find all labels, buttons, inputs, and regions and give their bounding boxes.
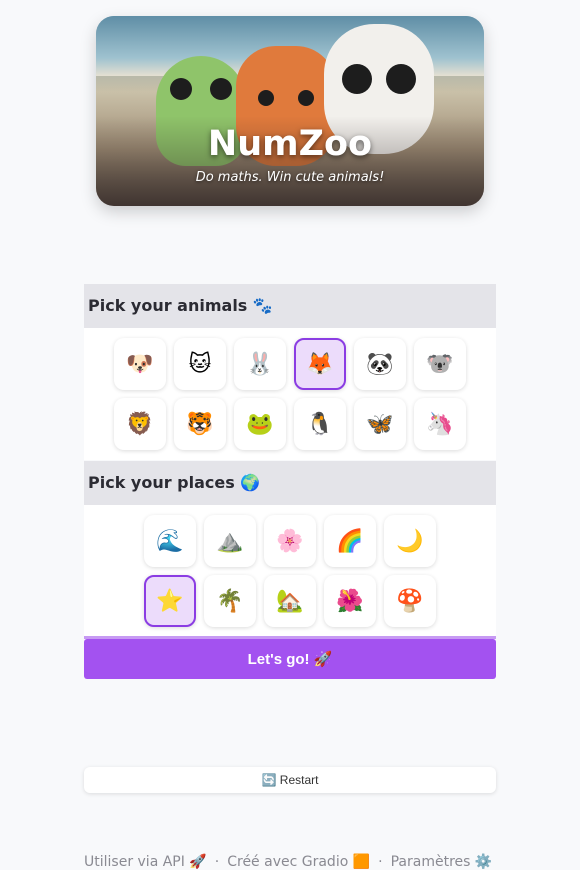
animal-tile[interactable]: 🐼 <box>354 338 406 390</box>
animals-heading: Pick your animals 🐾 <box>84 284 496 328</box>
place-tile[interactable]: 🌈 <box>324 515 376 567</box>
settings-link[interactable]: Paramètres ⚙️ <box>391 854 493 870</box>
gradio-link[interactable]: Créé avec Gradio 🟧 <box>227 854 370 870</box>
animal-tile[interactable]: 🐧 <box>294 398 346 450</box>
animal-tile[interactable]: 🐯 <box>174 398 226 450</box>
footer: Utiliser via API 🚀 · Créé avec Gradio 🟧 · Pa… <box>84 854 504 870</box>
place-tile[interactable]: 🌊 <box>144 515 196 567</box>
footer-separator: · <box>214 854 220 870</box>
app-title: NumZoo <box>207 124 373 164</box>
animal-tile[interactable]: 🦊 <box>294 338 346 390</box>
place-tile[interactable]: 🌙 <box>384 515 436 567</box>
app-subtitle: Do maths. Win cute animals! <box>195 170 385 185</box>
place-tile[interactable]: 🏡 <box>264 575 316 627</box>
places-heading: Pick your places 🌍 <box>84 461 496 505</box>
hero-banner: NumZoo Do maths. Win cute animals! <box>96 16 484 206</box>
api-link[interactable]: Utiliser via API 🚀 <box>84 854 207 870</box>
footer-separator: · <box>378 854 383 870</box>
animal-tile[interactable]: 🐸 <box>234 398 286 450</box>
place-grid: 🌊 ⛰️ 🌸 🌈 🌙 ⭐ 🌴 🏡 🌺 🍄 <box>144 515 436 627</box>
animal-tile[interactable]: 🦄 <box>414 398 466 450</box>
place-tile[interactable]: 🌸 <box>264 515 316 567</box>
animal-grid: 🐶 🐱 🐰 🦊 🐼 🐨 🦁 🐯 🐸 🐧 🦋 🦄 <box>114 338 466 450</box>
animal-tile[interactable]: 🐶 <box>114 338 166 390</box>
place-tile[interactable]: ⭐ <box>144 575 196 627</box>
animal-tile[interactable]: 🦁 <box>114 398 166 450</box>
animal-tile[interactable]: 🐱 <box>174 338 226 390</box>
animal-tile[interactable]: 🐰 <box>234 338 286 390</box>
place-tile[interactable]: 🌴 <box>204 575 256 627</box>
restart-button[interactable]: 🔄 Restart <box>84 767 496 793</box>
place-tile[interactable]: 🍄 <box>384 575 436 627</box>
animal-tile[interactable]: 🦋 <box>354 398 406 450</box>
place-tile[interactable]: ⛰️ <box>204 515 256 567</box>
place-tile[interactable]: 🌺 <box>324 575 376 627</box>
animal-tile[interactable]: 🐨 <box>414 338 466 390</box>
lets-go-button[interactable]: Let's go! 🚀 <box>84 639 496 679</box>
